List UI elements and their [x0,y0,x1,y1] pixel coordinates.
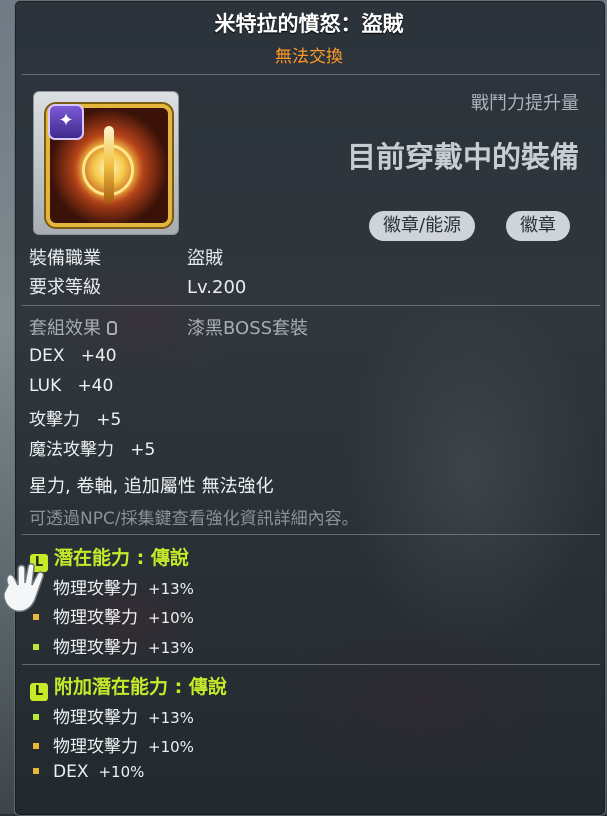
req-level-value: Lv.200 [187,277,247,298]
req-job-value: 盜賊 [187,248,223,269]
stat-name: 魔法攻擊力 [29,440,114,460]
stat-row: 攻擊力 +5 [29,405,121,430]
req-level-row: 要求等級 Lv.200 [29,273,246,299]
bullet-icon [33,768,39,774]
set-effect-row: 套組效果 漆黑BOSS套裝 [29,314,308,340]
potential-line: 物理攻擊力 +13% [33,633,194,658]
set-effect-label: 套組效果 [29,318,101,339]
legendary-icon: L [30,683,48,701]
potential-title: 潛在能力 : 傳說 [54,547,189,569]
stat-value: +5 [130,440,156,460]
enhance-hint: 可透過NPC/採集鍵查看強化資訊詳細內容。 [29,509,359,529]
lock-icon [107,321,117,335]
stat-value: +40 [77,376,114,396]
potential-line: 物理攻擊力 +10% [33,603,194,628]
stat-value: +40 [80,346,117,366]
sparkle-badge-icon: ✦ [48,104,84,140]
divider [22,664,600,665]
bullet-icon [33,743,39,749]
req-level-label: 要求等級 [29,277,101,298]
category-tag-emblem-energy: 徽章/能源 [369,211,476,241]
divider [22,74,600,75]
req-job-label: 裝備職業 [29,248,101,269]
trade-status: 無法交換 [275,47,343,67]
additional-potential-line: 物理攻擊力 +10% [33,732,194,757]
set-effect-value: 漆黑BOSS套裝 [187,318,309,339]
additional-potential-header: L 附加潛在能力 : 傳說 [30,672,227,701]
bullet-icon [33,714,39,720]
bullet-icon [33,644,39,650]
potential-header: L 潛在能力 : 傳說 [30,543,189,572]
stat-row: DEX +40 [29,346,117,366]
divider [22,534,600,535]
currently-equipped-label: 目前穿戴中的裝備 [346,140,579,174]
stat-value: +5 [96,410,122,430]
category-tag-emblem: 徽章 [506,211,570,241]
stat-name: 攻擊力 [29,410,80,430]
req-job-row: 裝備職業 盜賊 [29,244,223,270]
stat-name: LUK [29,376,62,396]
stat-row: LUK +40 [29,376,113,396]
power-increase-label: 戰鬥力提升量 [471,93,579,114]
potential-line: 物理攻擊力 +13% [33,574,194,599]
item-name: 米特拉的憤怒：盜賊 [214,12,404,36]
hand-cursor-icon [3,563,44,613]
additional-potential-line: DEX +10% [33,762,144,782]
enhance-note: 星力, 卷軸, 追加屬性 無法強化 [29,476,274,497]
divider [22,305,600,306]
additional-potential-line: 物理攻擊力 +13% [33,703,194,728]
additional-potential-title: 附加潛在能力 : 傳說 [54,676,227,698]
stat-name: DEX [29,346,65,366]
stat-row: 魔法攻擊力 +5 [29,435,155,460]
